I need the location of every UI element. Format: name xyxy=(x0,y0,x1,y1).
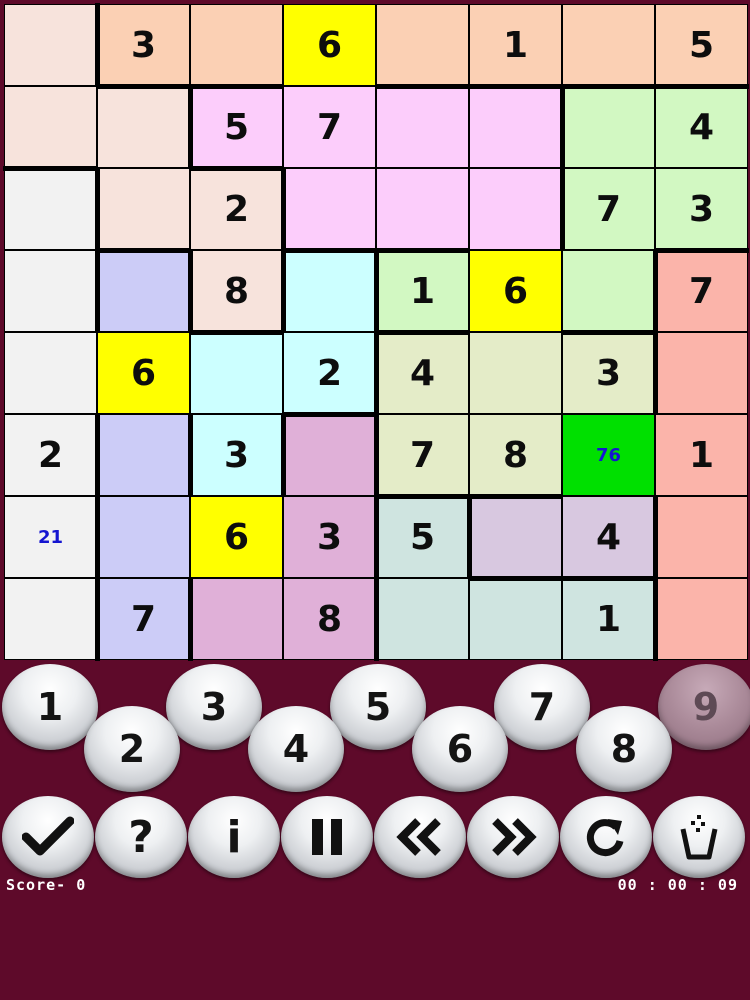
number-button-6[interactable]: 6 xyxy=(412,706,508,792)
grid-cell-r8c3[interactable] xyxy=(191,579,282,659)
info-icon: i xyxy=(226,811,242,863)
sudoku-board: 3 6 1 5 5 7 4 2 7 3 8 1 6 7 6 2 4 3 2 3 7 8 76 1 21 6 3 5 4 7 8 1 xyxy=(3,3,749,661)
grid-cell-r2c5[interactable] xyxy=(377,87,468,167)
number-button-4[interactable]: 4 xyxy=(248,706,344,792)
help-icon: ? xyxy=(128,811,154,863)
grid-cell-r3c6[interactable] xyxy=(470,169,561,249)
grid-cell-r1c6[interactable]: 1 xyxy=(470,5,561,85)
grid-cell-r5c1[interactable] xyxy=(5,333,96,413)
check-button[interactable] xyxy=(2,796,94,878)
grid-cell-r8c4[interactable]: 8 xyxy=(284,579,375,659)
grid-cell-r6c5[interactable]: 7 xyxy=(377,415,468,495)
grid-cell-r7c1[interactable]: 21 xyxy=(5,497,96,577)
grid-cell-r1c2[interactable]: 3 xyxy=(98,5,189,85)
number-button-8[interactable]: 8 xyxy=(576,706,672,792)
rewind-button[interactable] xyxy=(374,796,466,878)
grid-cell-r3c3[interactable]: 2 xyxy=(191,169,282,249)
grid-cell-r6c8[interactable]: 1 xyxy=(656,415,747,495)
grid-cell-r2c3[interactable]: 5 xyxy=(191,87,282,167)
grid-cell-r5c3[interactable] xyxy=(191,333,282,413)
pause-button[interactable] xyxy=(281,796,373,878)
grid-cell-r7c8[interactable] xyxy=(656,497,747,577)
grid-cell-r4c8[interactable]: 7 xyxy=(656,251,747,331)
number-button-9[interactable]: 9 xyxy=(658,664,750,750)
grid-cell-r3c4[interactable] xyxy=(284,169,375,249)
grid-cell-r7c5[interactable]: 5 xyxy=(377,497,468,577)
number-button-1[interactable]: 1 xyxy=(2,664,98,750)
grid-cell-r5c6[interactable] xyxy=(470,333,561,413)
grid-cell-r3c7[interactable]: 7 xyxy=(563,169,654,249)
grid-cell-r2c8[interactable]: 4 xyxy=(656,87,747,167)
grid-cell-r2c1[interactable] xyxy=(5,87,96,167)
redo-button[interactable] xyxy=(560,796,652,878)
grid-cell-r1c7[interactable] xyxy=(563,5,654,85)
trash-icon xyxy=(677,813,721,861)
grid-cell-r7c6[interactable] xyxy=(470,497,561,577)
grid-cell-r4c5[interactable]: 1 xyxy=(377,251,468,331)
timer-display: 00 : 00 : 09 xyxy=(617,876,738,894)
grid-cell-r3c5[interactable] xyxy=(377,169,468,249)
help-button[interactable]: ? xyxy=(95,796,187,878)
number-button-7[interactable]: 7 xyxy=(494,664,590,750)
fast-forward-icon xyxy=(487,817,539,857)
grid-cell-r7c4[interactable]: 3 xyxy=(284,497,375,577)
score-display: Score- 0 xyxy=(6,876,86,894)
score-label: Score- xyxy=(6,876,67,894)
grid-cell-r3c2[interactable] xyxy=(98,169,189,249)
grid-cell-r1c8[interactable]: 5 xyxy=(656,5,747,85)
grid-cell-r1c5[interactable] xyxy=(377,5,468,85)
grid-cell-r5c7[interactable]: 3 xyxy=(563,333,654,413)
number-button-2[interactable]: 2 xyxy=(84,706,180,792)
grid-cell-r6c2[interactable] xyxy=(98,415,189,495)
grid-cell-r5c2[interactable]: 6 xyxy=(98,333,189,413)
grid-cell-r6c4[interactable] xyxy=(284,415,375,495)
grid-cell-r5c4[interactable]: 2 xyxy=(284,333,375,413)
grid-cell-r8c2[interactable]: 7 xyxy=(98,579,189,659)
fast-forward-button[interactable] xyxy=(467,796,559,878)
grid-cell-r5c8[interactable] xyxy=(656,333,747,413)
grid-cell-r4c7[interactable] xyxy=(563,251,654,331)
grid-cell-r8c6[interactable] xyxy=(470,579,561,659)
grid-cell-r8c8[interactable] xyxy=(656,579,747,659)
grid-cell-r7c7[interactable]: 4 xyxy=(563,497,654,577)
grid-cell-r4c4[interactable] xyxy=(284,251,375,331)
grid-cell-r4c3[interactable]: 8 xyxy=(191,251,282,331)
grid-cell-r1c3[interactable] xyxy=(191,5,282,85)
grid-cell-r6c1[interactable]: 2 xyxy=(5,415,96,495)
trash-button[interactable] xyxy=(653,796,745,878)
grid-cell-r2c7[interactable] xyxy=(563,87,654,167)
grid-cell-r8c7[interactable]: 1 xyxy=(563,579,654,659)
grid-cell-r4c6[interactable]: 6 xyxy=(470,251,561,331)
grid-cell-r1c1[interactable] xyxy=(5,5,96,85)
grid-cell-r3c8[interactable]: 3 xyxy=(656,169,747,249)
grid-cell-r7c3[interactable]: 6 xyxy=(191,497,282,577)
grid-cell-r8c5[interactable] xyxy=(377,579,468,659)
info-button[interactable]: i xyxy=(188,796,280,878)
grid-cell-r3c1[interactable] xyxy=(5,169,96,249)
grid-cell-r4c1[interactable] xyxy=(5,251,96,331)
redo-icon xyxy=(582,813,630,861)
grid-cell-r1c4[interactable]: 6 xyxy=(284,5,375,85)
grid-cell-r2c2[interactable] xyxy=(98,87,189,167)
grid-cell-r8c1[interactable] xyxy=(5,579,96,659)
grid-cell-r6c3[interactable]: 3 xyxy=(191,415,282,495)
rewind-icon xyxy=(394,817,446,857)
pause-icon xyxy=(309,817,345,857)
check-icon xyxy=(22,815,74,859)
number-button-3[interactable]: 3 xyxy=(166,664,262,750)
grid-cell-r5c5[interactable]: 4 xyxy=(377,333,468,413)
grid-cell-r2c6[interactable] xyxy=(470,87,561,167)
grid-cell-r7c2[interactable] xyxy=(98,497,189,577)
score-value: 0 xyxy=(76,876,87,894)
number-button-5[interactable]: 5 xyxy=(330,664,426,750)
grid-cell-r2c4[interactable]: 7 xyxy=(284,87,375,167)
grid-cell-r4c2[interactable] xyxy=(98,251,189,331)
grid-cell-r6c7[interactable]: 76 xyxy=(563,415,654,495)
grid-cell-r6c6[interactable]: 8 xyxy=(470,415,561,495)
